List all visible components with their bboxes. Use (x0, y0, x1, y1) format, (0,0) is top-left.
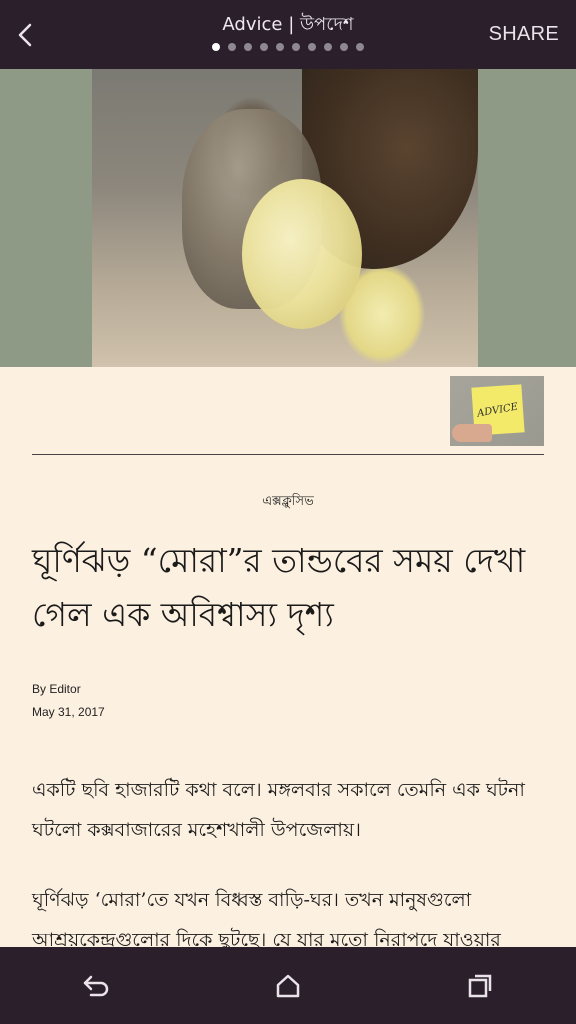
page-dot-5[interactable] (276, 43, 284, 51)
system-nav-bar (0, 947, 576, 1024)
share-button[interactable]: SHARE (489, 23, 559, 46)
home-icon (276, 974, 300, 997)
article-byline: By Editor (32, 682, 81, 696)
category-thumbnail[interactable]: ADVICE (450, 376, 544, 446)
nav-recents-button[interactable] (450, 956, 510, 1016)
article-headline: ঘূর্ণিঝড় “মোরা”র তান্ডবের সময় দেখা গেল… (32, 541, 526, 634)
article-paragraph-1: একটি ছবি হাজারটি কথা বলে। মঙ্গলবার সকালে… (32, 779, 525, 841)
page-dot-2[interactable] (228, 43, 236, 51)
back-arrow-icon (83, 975, 109, 996)
duckling-graphic (242, 179, 362, 329)
article-category: এক্সক্লুসিভ (262, 494, 314, 509)
sticky-note-text: ADVICE (476, 401, 520, 419)
hero-photo[interactable] (92, 69, 478, 367)
top-app-bar: Advice | উপদেশ SHARE (0, 0, 576, 69)
page-dot-9[interactable] (340, 43, 348, 51)
recents-icon (468, 974, 492, 997)
article-date: May 31, 2017 (32, 705, 105, 719)
page-dot-6[interactable] (292, 43, 300, 51)
divider (32, 454, 544, 455)
nav-home-button[interactable] (258, 956, 318, 1016)
nav-back-button[interactable] (66, 956, 126, 1016)
page-dot-7[interactable] (308, 43, 316, 51)
page-dot-4[interactable] (260, 43, 268, 51)
page-dot-10[interactable] (356, 43, 364, 51)
page-dot-1[interactable] (212, 43, 220, 51)
hero-image-area (0, 69, 576, 367)
page-dot-8[interactable] (324, 43, 332, 51)
page-dot-3[interactable] (244, 43, 252, 51)
hand-graphic (452, 424, 492, 442)
